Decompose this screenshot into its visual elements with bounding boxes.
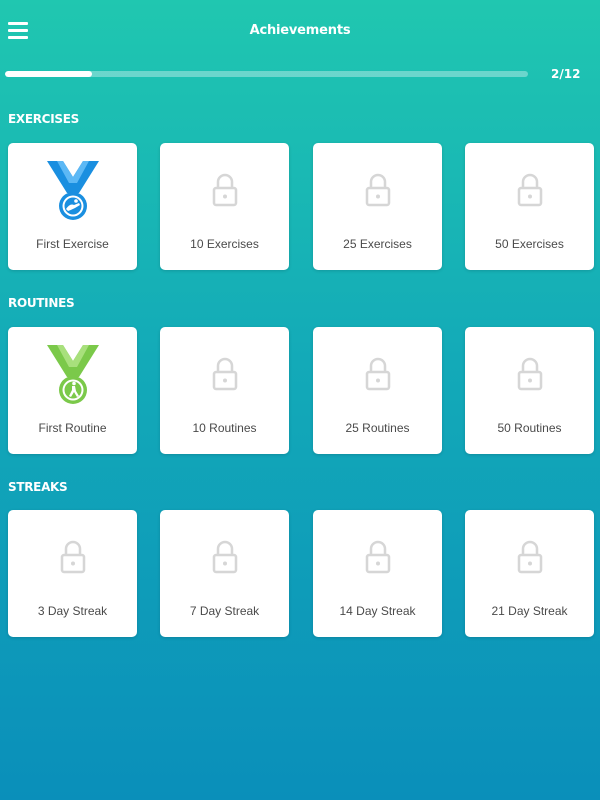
achievement-label: 7 Day Streak (189, 604, 260, 618)
lock-icon (465, 526, 594, 588)
streaks-grid: 3 Day Streak 7 Day Streak 14 Day Streak … (8, 510, 596, 638)
achievement-label: First Exercise (36, 237, 109, 251)
achievement-card-50-exercises[interactable]: 50 Exercises (465, 143, 594, 270)
lock-icon (313, 526, 442, 588)
lock-icon (160, 159, 289, 221)
section-title-routines: ROUTINES (8, 296, 75, 310)
achievement-label: 10 Exercises (190, 237, 259, 251)
achievement-card-first-exercise[interactable]: First Exercise (8, 143, 137, 270)
lock-icon (465, 343, 594, 405)
achievement-label: 10 Routines (192, 421, 257, 435)
achievement-card-25-exercises[interactable]: 25 Exercises (313, 143, 442, 270)
section-title-exercises: EXERCISES (8, 112, 79, 126)
achievement-label: 50 Exercises (495, 237, 564, 251)
blue-medal-icon (8, 159, 137, 221)
achievement-card-7-day-streak[interactable]: 7 Day Streak (160, 510, 289, 637)
lock-icon (313, 343, 442, 405)
green-medal-icon (8, 343, 137, 405)
progress-count: 2/12 (551, 67, 581, 81)
achievement-label: First Routine (38, 421, 107, 435)
achievement-card-21-day-streak[interactable]: 21 Day Streak (465, 510, 594, 637)
routines-grid: First Routine 10 Routines 25 Routines 50… (8, 327, 596, 455)
achievements-progress-bar (5, 71, 528, 77)
achievement-card-first-routine[interactable]: First Routine (8, 327, 137, 454)
achievement-label: 21 Day Streak (491, 604, 568, 618)
achievement-card-10-routines[interactable]: 10 Routines (160, 327, 289, 454)
progress-fill (5, 71, 93, 77)
page-title: Achievements (249, 23, 351, 38)
achievement-label: 3 Day Streak (37, 604, 108, 618)
achievement-label: 14 Day Streak (339, 604, 416, 618)
achievement-card-25-routines[interactable]: 25 Routines (313, 327, 442, 454)
achievement-label: 25 Exercises (343, 237, 412, 251)
achievement-label: 25 Routines (345, 421, 410, 435)
lock-icon (8, 526, 137, 588)
top-bar: Achievements (0, 0, 600, 60)
achievement-card-14-day-streak[interactable]: 14 Day Streak (313, 510, 442, 637)
achievement-label: 50 Routines (497, 421, 562, 435)
lock-icon (313, 159, 442, 221)
achievement-card-10-exercises[interactable]: 10 Exercises (160, 143, 289, 270)
lock-icon (160, 343, 289, 405)
section-title-streaks: STREAKS (8, 480, 68, 494)
exercises-grid: First Exercise 10 Exercises 25 Exercises… (8, 143, 596, 271)
lock-icon (465, 159, 594, 221)
lock-icon (160, 526, 289, 588)
achievement-card-50-routines[interactable]: 50 Routines (465, 327, 594, 454)
achievement-card-3-day-streak[interactable]: 3 Day Streak (8, 510, 137, 637)
